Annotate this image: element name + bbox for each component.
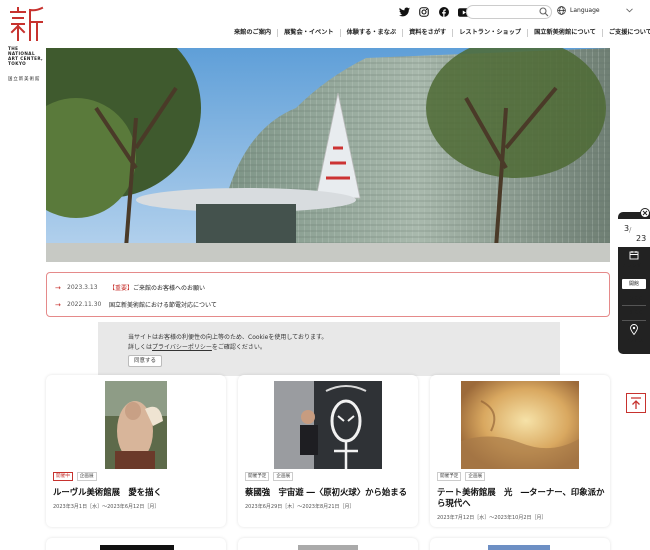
close-icon[interactable] [640, 208, 650, 218]
cookie-text-post: をご確認ください。 [211, 344, 266, 351]
cookie-text-pre: 詳しくは [128, 344, 153, 351]
card-badges: 開催中 企画展 [53, 472, 97, 481]
logo-mark-icon [10, 6, 44, 41]
calendar-label: カレンダー [622, 264, 646, 269]
facebook-icon[interactable] [438, 6, 450, 18]
news-tag: 【重要】 [109, 285, 134, 292]
exhibition-card-partial[interactable] [430, 538, 610, 550]
open-time: 10:00 [625, 295, 643, 302]
exhibition-image [274, 381, 382, 469]
close-time: 18:00 [625, 309, 643, 316]
news-date: 2023.3.13 [67, 284, 98, 291]
cookie-banner: 当サイトはお客様の利便性の向上等のため、Cookieを使用しております。 詳しく… [98, 322, 560, 376]
language-selector[interactable]: Language [557, 6, 633, 15]
globe-icon [557, 6, 566, 15]
news-item[interactable]: → 2022.11.30 国立新美術館における節電対応について [55, 300, 217, 310]
exhibition-card[interactable]: 開催中 企画展 ルーヴル美術館展 愛を描く 2023年3月1日［水］～2023年… [46, 375, 226, 527]
calendar-link[interactable]: カレンダー [618, 250, 650, 274]
arrow-up-icon [631, 396, 641, 409]
nav-item-library[interactable]: 資料をさがす [403, 29, 454, 37]
calendar-icon [629, 251, 639, 260]
social-links [398, 6, 470, 18]
arrow-right-icon: → [55, 283, 61, 292]
card-badges: 開催予定 企画展 [437, 472, 486, 481]
instagram-icon[interactable] [418, 6, 430, 18]
exhibition-card[interactable]: 開催予定 企画展 蔡國強 宇宙遊 ―〈原初火球〉から始まる 2023年6月29日… [238, 375, 418, 527]
nav-item-exhibitions[interactable]: 展覧会・イベント [278, 29, 341, 37]
cookie-text-2: 詳しくはプライバシーポリシーをご確認ください。 [128, 342, 266, 351]
today-date: 3 / 23 [618, 219, 650, 247]
exhibition-image [105, 381, 167, 469]
category-badge: 企画展 [76, 472, 97, 481]
card-dates: 2023年7月12日［水］～2023年10月2日［月］ [437, 515, 547, 521]
card-dates: 2023年3月1日［水］～2023年6月12日［月］ [53, 504, 160, 510]
status-badge: 開催予定 [437, 472, 462, 481]
divider [622, 305, 646, 306]
access-label: アクセス [624, 339, 644, 344]
date-separator-icon: / [629, 226, 632, 234]
news-date: 2022.11.30 [67, 301, 102, 308]
card-title: テート美術館展 光 ―ターナー、印象派から現代へ [437, 487, 605, 508]
privacy-policy-link[interactable]: プライバシーポリシー [152, 344, 212, 351]
search-icon[interactable] [539, 7, 549, 17]
logo-name-jp: 国立新美術館 [8, 77, 41, 82]
nav-item-visit[interactable]: 来館のご案内 [234, 29, 279, 37]
card-title: ルーヴル美術館展 愛を描く [53, 487, 162, 497]
news-box: → 2023.3.13 【重要】 ご来館のお客様へのお願い → 2022.11.… [46, 272, 610, 317]
category-badge: 企画展 [465, 472, 486, 481]
status-badge: 開催中 [53, 472, 73, 481]
global-nav: 来館のご案内 展覧会・イベント 体験する・まなぶ 資料をさがす レストラン・ショ… [234, 29, 650, 37]
hero-image [46, 48, 610, 262]
exhibition-card-partial[interactable] [46, 538, 226, 550]
nav-item-restaurant-shop[interactable]: レストラン・ショップ [453, 29, 529, 37]
nav-item-support[interactable]: ご支援について [603, 29, 650, 37]
arrow-right-icon: → [55, 300, 61, 309]
category-badge: 企画展 [273, 472, 294, 481]
card-title: 蔡國強 宇宙遊 ―〈原初火球〉から始まる [245, 487, 408, 497]
nav-item-about[interactable]: 国立新美術館について [528, 29, 603, 37]
twitter-icon[interactable] [398, 6, 410, 18]
divider [622, 320, 646, 321]
news-text: 国立新美術館における節電対応について [109, 302, 217, 309]
cookie-text: 当サイトはお客様の利便性の向上等のため、Cookieを使用しております。 [128, 334, 328, 341]
nav-item-learn[interactable]: 体験する・まなぶ [341, 29, 404, 37]
map-pin-icon [630, 324, 638, 336]
news-item[interactable]: → 2023.3.13 【重要】 ご来館のお客様へのお願い [55, 283, 206, 293]
card-badges: 開催予定 企画展 [245, 472, 294, 481]
access-link[interactable]: アクセス [618, 324, 650, 344]
language-label: Language [570, 7, 600, 14]
chevron-down-icon [625, 8, 633, 13]
news-text: ご来館のお客様へのお願い [133, 285, 206, 292]
back-to-top-button[interactable] [626, 393, 646, 413]
exhibition-card-partial[interactable] [238, 538, 418, 550]
exhibition-card[interactable]: 開催予定 企画展 テート美術館展 光 ―ターナー、印象派から現代へ 2023年7… [430, 375, 610, 527]
today-day: 23 [636, 234, 647, 243]
logo-name-en: THE NATIONAL ART CENTER, TOKYO [8, 46, 44, 66]
cookie-accept-button[interactable]: 同意する [128, 355, 163, 367]
status-badge: 開催予定 [245, 472, 270, 481]
card-dates: 2023年6月29日［木］～2023年8月21日［月］ [245, 504, 355, 510]
open-status-badge: 開館 [622, 279, 646, 289]
exhibition-image [461, 381, 579, 469]
